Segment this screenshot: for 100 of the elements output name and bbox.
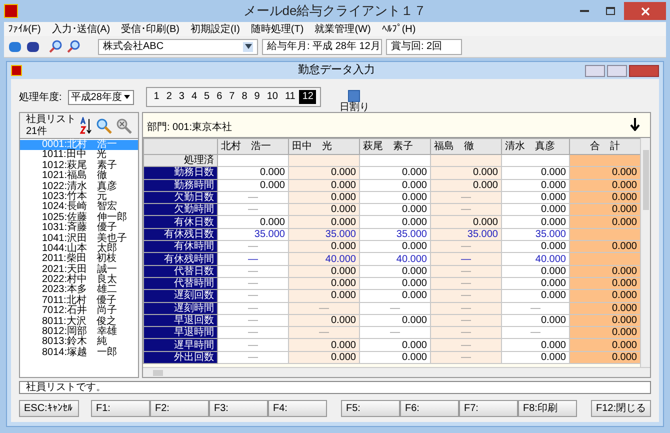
table-cell[interactable]: 0.000 [288, 351, 360, 364]
table-cell[interactable]: 0.000 [288, 191, 360, 204]
table-cell[interactable]: 35.000 [288, 228, 360, 241]
close-icon[interactable] [624, 2, 666, 20]
table-cell[interactable]: 0.000 [288, 265, 360, 278]
table-cell[interactable]: 0.000 [430, 166, 502, 180]
function-key-button[interactable]: F7: [459, 400, 518, 416]
function-key-button[interactable]: F8:印刷 [518, 400, 577, 416]
menu-item[interactable]: 随時処理(T) [250, 22, 304, 36]
table-cell[interactable]: 0.000 [502, 179, 570, 192]
table-cell[interactable]: 0.000 [430, 179, 502, 192]
table-cell[interactable]: 35.000 [360, 228, 430, 241]
table-cell[interactable]: 0.000 [570, 277, 640, 290]
company-select[interactable]: 株式会社ABC [98, 38, 258, 54]
table-cell[interactable]: 0.000 [570, 191, 640, 204]
table-cell[interactable]: 0.000 [502, 166, 570, 180]
employee-list-item[interactable]: 8012:岡部 幸雄 [20, 327, 138, 338]
month-tab[interactable]: 7 [226, 90, 238, 104]
table-cell[interactable]: 40.000 [288, 252, 360, 266]
table-cell[interactable]: 0.000 [360, 314, 430, 327]
search-clear-icon[interactable] [116, 118, 132, 134]
year-select[interactable]: 平成28年度 [68, 90, 134, 104]
table-cell[interactable]: 0.000 [360, 240, 430, 253]
table-cell[interactable]: 0.000 [570, 216, 640, 228]
table-cell[interactable]: 0.000 [570, 326, 640, 339]
month-tab[interactable]: 6 [214, 90, 226, 104]
table-cell[interactable]: 0.000 [360, 166, 430, 180]
function-key-button[interactable]: F6: [400, 400, 459, 416]
table-cell[interactable]: 0.000 [288, 338, 360, 352]
table-cell[interactable]: — [218, 252, 288, 266]
search-icon[interactable] [96, 118, 112, 134]
table-cell[interactable]: 0.000 [502, 265, 570, 278]
employee-list-item[interactable]: 1022:清水 真彦 [20, 182, 138, 192]
table-cell[interactable]: 40.000 [502, 252, 570, 266]
sort-icon[interactable] [80, 116, 92, 134]
employee-list-item[interactable]: 2023:本多 雄二 [20, 285, 138, 296]
table-cell[interactable]: 0.000 [502, 338, 570, 352]
table-cell[interactable]: 0.000 [360, 277, 430, 290]
table-cell[interactable]: 0.000 [218, 216, 288, 228]
employee-list-item[interactable]: 1031:斉藤 優子 [20, 223, 138, 234]
table-cell[interactable]: 0.000 [502, 290, 570, 302]
table-cell[interactable]: 0.000 [288, 314, 360, 327]
table-cell[interactable]: 0.000 [288, 179, 360, 192]
function-key-button[interactable]: F12:閉じる [591, 400, 651, 416]
employee-list-item[interactable]: 8013:鈴木 純 [20, 337, 138, 348]
table-cell[interactable]: 0.000 [288, 216, 360, 228]
month-tab[interactable]: 5 [201, 90, 213, 104]
zoom-out-icon[interactable] [66, 40, 80, 54]
menu-item[interactable]: 入力･送信(A) [52, 22, 110, 36]
horizontal-scrollbar[interactable] [143, 367, 650, 377]
down-arrow-icon[interactable] [630, 118, 640, 131]
table-cell[interactable]: 0.000 [502, 240, 570, 253]
table-cell[interactable]: 0.000 [502, 351, 570, 364]
employee-list-item[interactable]: 1024:長崎 智宏 [20, 202, 138, 213]
menu-item[interactable]: ﾌｧｲﾙ(F) [8, 22, 41, 36]
menu-item[interactable]: 受信･印刷(B) [121, 22, 180, 36]
table-cell[interactable]: 0.000 [288, 204, 360, 216]
table-cell[interactable]: 35.000 [218, 228, 288, 241]
table-cell[interactable]: 0.000 [502, 191, 570, 204]
table-cell[interactable]: 0.000 [360, 191, 430, 204]
table-cell[interactable]: 0.000 [360, 290, 430, 302]
table-cell[interactable]: 40.000 [360, 252, 430, 266]
function-key-button[interactable]: F2: [150, 400, 209, 416]
month-tab[interactable]: 8 [238, 90, 250, 104]
table-cell[interactable]: 0.000 [570, 314, 640, 327]
table-cell[interactable]: 0.000 [502, 216, 570, 228]
table-cell[interactable]: 35.000 [502, 228, 570, 241]
table-cell[interactable]: 0.000 [502, 277, 570, 290]
month-tab[interactable]: 11 [282, 90, 298, 104]
function-key-button[interactable]: F3: [209, 400, 268, 416]
table-cell[interactable]: 0.000 [570, 351, 640, 364]
table-cell[interactable]: 35.000 [430, 228, 502, 241]
table-cell[interactable]: 0.000 [570, 302, 640, 314]
employee-list-item[interactable]: 1011:田中 光 [20, 150, 138, 161]
table-cell[interactable]: 0.000 [218, 179, 288, 192]
table-cell[interactable]: 0.000 [288, 166, 360, 180]
close-icon[interactable] [629, 64, 659, 76]
menu-item[interactable]: 初期設定(I) [190, 22, 240, 36]
function-key-button[interactable]: F5: [341, 400, 400, 416]
table-cell[interactable]: 0.000 [570, 290, 640, 302]
table-cell[interactable]: 0.000 [360, 338, 430, 352]
table-cell[interactable]: 0.000 [360, 216, 430, 228]
function-key-button[interactable]: F4: [268, 400, 327, 416]
table-cell[interactable]: 0.000 [288, 240, 360, 253]
employee-list-item[interactable]: 7012:石井 尚子 [20, 306, 138, 317]
menu-item[interactable]: ﾍﾙﾌﾟ(H) [382, 22, 416, 36]
table-cell[interactable]: 0.000 [570, 179, 640, 192]
day-split-button[interactable]: 日割り [339, 102, 370, 112]
month-tab[interactable]: 10 [264, 90, 281, 104]
table-cell[interactable]: 0.000 [502, 204, 570, 216]
vertical-scrollbar[interactable] [640, 138, 650, 367]
month-tab[interactable]: 1 [150, 90, 162, 104]
table-cell[interactable]: 0.000 [288, 277, 360, 290]
month-tab[interactable]: 2 [163, 90, 175, 104]
function-key-button[interactable]: ESC:ｷｬﾝｾﾙ [19, 400, 79, 416]
table-cell[interactable]: 0.000 [360, 265, 430, 278]
table-cell[interactable]: 0.000 [430, 216, 502, 228]
table-cell[interactable]: 0.000 [360, 351, 430, 364]
table-cell[interactable]: 0.000 [360, 204, 430, 216]
zoom-in-icon[interactable] [48, 40, 62, 54]
